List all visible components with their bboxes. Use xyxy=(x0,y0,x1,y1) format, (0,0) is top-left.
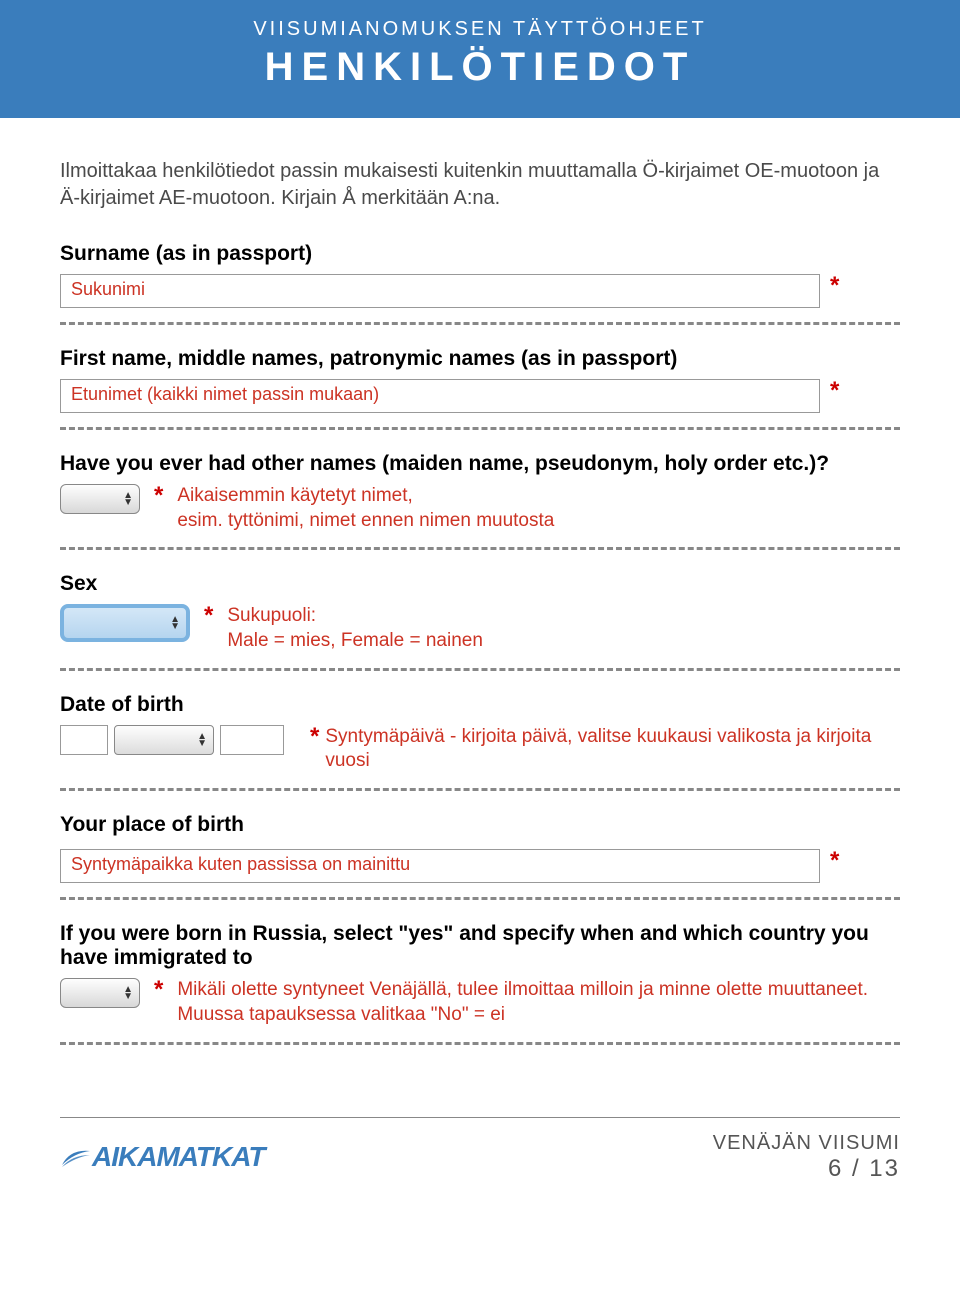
divider xyxy=(60,322,900,325)
page-footer: AIKAMATKAT VENÄJÄN VIISUMI 6 / 13 xyxy=(60,1117,900,1213)
sex-help: Sukupuoli: Male = mies, Female = nainen xyxy=(227,604,483,653)
field-othernames: Have you ever had other names (maiden na… xyxy=(60,452,900,533)
born-russia-dropdown[interactable]: ▲▼ xyxy=(60,978,140,1008)
field-surname: Surname (as in passport) Sukunimi * xyxy=(60,242,900,308)
born-russia-help: Mikäli olette syntyneet Venäjällä, tulee… xyxy=(177,978,900,1027)
required-asterisk: * xyxy=(154,484,163,508)
intro-text: Ilmoittakaa henkilötiedot passin mukaise… xyxy=(60,158,900,212)
dob-month-dropdown[interactable]: ▲▼ xyxy=(114,725,214,755)
required-asterisk: * xyxy=(310,725,319,749)
field-dob: Date of birth ▲▼ * Syntymäpäivä - kirjoi… xyxy=(60,693,900,774)
logo-text: AIKAMATKAT xyxy=(92,1141,264,1172)
logo-swoosh-icon xyxy=(60,1147,92,1171)
required-asterisk: * xyxy=(830,274,839,298)
dob-day-input[interactable] xyxy=(60,725,108,755)
dropdown-arrows-icon: ▲▼ xyxy=(197,733,207,747)
dob-help: Syntymäpäivä - kirjoita päivä, valitse k… xyxy=(325,725,900,774)
required-asterisk: * xyxy=(154,978,163,1002)
required-asterisk: * xyxy=(204,604,213,628)
field-born-russia: If you were born in Russia, select "yes"… xyxy=(60,922,900,1027)
divider xyxy=(60,897,900,900)
dropdown-arrows-icon: ▲▼ xyxy=(123,492,133,506)
dob-label: Date of birth xyxy=(60,693,900,717)
field-sex: Sex ▲▼ * Sukupuoli: Male = mies, Female … xyxy=(60,572,900,653)
divider xyxy=(60,547,900,550)
required-asterisk: * xyxy=(830,849,839,873)
dropdown-arrows-icon: ▲▼ xyxy=(170,616,180,630)
doc-title: VENÄJÄN VIISUMI xyxy=(713,1132,900,1155)
content-area: Ilmoittakaa henkilötiedot passin mukaise… xyxy=(0,118,960,1087)
sex-label: Sex xyxy=(60,572,900,596)
othernames-label: Have you ever had other names (maiden na… xyxy=(60,452,900,476)
othernames-dropdown[interactable]: ▲▼ xyxy=(60,484,140,514)
dob-year-input[interactable] xyxy=(220,725,284,755)
header-title: HENKILÖTIEDOT xyxy=(0,45,960,90)
page-number: 6 / 13 xyxy=(713,1155,900,1183)
brand-logo: AIKAMATKAT xyxy=(60,1141,264,1173)
othernames-help: Aikaisemmin käytetyt nimet, esim. tyttön… xyxy=(177,484,554,533)
field-firstname: First name, middle names, patronymic nam… xyxy=(60,347,900,413)
firstname-input[interactable]: Etunimet (kaikki nimet passin mukaan) xyxy=(60,379,820,413)
born-russia-label: If you were born in Russia, select "yes"… xyxy=(60,922,900,970)
firstname-label: First name, middle names, patronymic nam… xyxy=(60,347,900,371)
divider xyxy=(60,427,900,430)
pob-input[interactable]: Syntymäpaikka kuten passissa on mainittu xyxy=(60,849,820,883)
surname-label: Surname (as in passport) xyxy=(60,242,900,266)
dropdown-arrows-icon: ▲▼ xyxy=(123,986,133,1000)
field-pob: Your place of birth Syntymäpaikka kuten … xyxy=(60,813,900,883)
required-asterisk: * xyxy=(830,379,839,403)
surname-input[interactable]: Sukunimi xyxy=(60,274,820,308)
divider xyxy=(60,1042,900,1045)
divider xyxy=(60,668,900,671)
header-subtitle: VIISUMIANOMUKSEN TÄYTTÖOHJEET xyxy=(0,18,960,41)
sex-dropdown[interactable]: ▲▼ xyxy=(60,604,190,642)
page-header: VIISUMIANOMUKSEN TÄYTTÖOHJEET HENKILÖTIE… xyxy=(0,0,960,118)
footer-meta: VENÄJÄN VIISUMI 6 / 13 xyxy=(713,1132,900,1183)
pob-label: Your place of birth xyxy=(60,813,900,837)
divider xyxy=(60,788,900,791)
